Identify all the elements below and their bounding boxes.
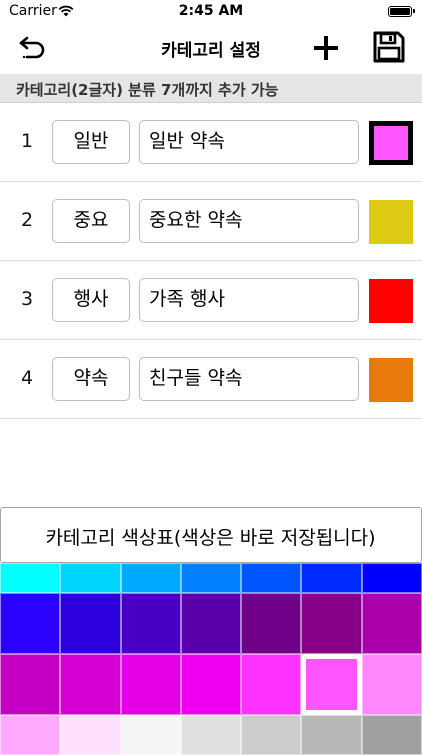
category-number: 3: [20, 288, 34, 310]
palette-swatch[interactable]: [361, 593, 422, 654]
category-number: 1: [20, 130, 34, 152]
category-row: 1 일반 일반 약속: [0, 103, 422, 182]
category-number: 2: [20, 209, 34, 231]
category-row: 4 약속 친구들 약속: [0, 340, 422, 419]
palette-swatch[interactable]: [301, 593, 362, 654]
category-short-name-field[interactable]: 일반: [52, 120, 130, 164]
category-short-name-field[interactable]: 약속: [52, 357, 130, 401]
category-description-field[interactable]: 중요한 약속: [139, 199, 359, 243]
status-bar: Carrier 2:45 AM: [0, 0, 422, 24]
palette-swatch[interactable]: [120, 593, 181, 654]
nav-bar: 카테고리 설정: [0, 24, 422, 72]
category-row: 3 행사 가족 행사: [0, 261, 422, 340]
palette-swatch[interactable]: [361, 715, 422, 755]
palette-swatch[interactable]: [361, 654, 422, 715]
category-short-name-field[interactable]: 행사: [52, 278, 130, 322]
palette-swatch[interactable]: [180, 593, 242, 654]
category-description-field[interactable]: 친구들 약속: [139, 357, 359, 401]
category-row: 2 중요 중요한 약속: [0, 182, 422, 261]
floppy-disk-icon[interactable]: [372, 30, 406, 64]
palette-swatch[interactable]: [0, 563, 61, 593]
palette-swatch[interactable]: [180, 654, 242, 715]
battery-icon: [388, 6, 415, 17]
palette-swatch[interactable]: [120, 715, 181, 755]
palette-swatch[interactable]: [0, 654, 61, 715]
palette-swatch[interactable]: [120, 654, 181, 715]
palette-swatch[interactable]: [241, 715, 302, 755]
info-text: 카테고리(2글자) 분류 7개까지 추가 가능: [16, 81, 279, 99]
palette-swatch[interactable]: [0, 593, 61, 654]
palette-swatch[interactable]: [301, 563, 362, 593]
palette-swatch[interactable]: [361, 563, 422, 593]
palette-swatch[interactable]: [120, 563, 181, 593]
palette-swatch[interactable]: [241, 654, 302, 715]
category-color-swatch[interactable]: [369, 279, 413, 323]
palette-swatch[interactable]: [60, 593, 121, 654]
category-number: 4: [20, 367, 34, 389]
palette-swatch[interactable]: [60, 715, 121, 755]
palette-swatch[interactable]: [0, 715, 61, 755]
palette-swatch[interactable]: [180, 563, 242, 593]
category-short-name-field[interactable]: 중요: [52, 199, 130, 243]
palette-swatch[interactable]: [301, 715, 362, 755]
page-title: 카테고리 설정: [161, 41, 261, 61]
plus-icon[interactable]: [312, 34, 340, 62]
palette-swatch[interactable]: [241, 563, 302, 593]
palette-title: 카테고리 색상표(색상은 바로 저장됩니다): [45, 527, 376, 549]
palette-header: 카테고리 색상표(색상은 바로 저장됩니다): [0, 507, 422, 563]
palette-swatch[interactable]: [180, 715, 242, 755]
palette-swatch[interactable]: [60, 654, 121, 715]
category-color-swatch[interactable]: [369, 121, 413, 165]
category-color-swatch[interactable]: [369, 358, 413, 402]
palette-swatch[interactable]: [60, 563, 121, 593]
category-color-swatch[interactable]: [369, 200, 413, 244]
category-description-field[interactable]: 일반 약속: [139, 120, 359, 164]
category-description-field[interactable]: 가족 행사: [139, 278, 359, 322]
clock: 2:45 AM: [178, 3, 244, 19]
info-banner: 카테고리(2글자) 분류 7개까지 추가 가능: [0, 74, 422, 103]
palette-swatch[interactable]: [301, 654, 362, 715]
palette-swatch[interactable]: [241, 593, 302, 654]
